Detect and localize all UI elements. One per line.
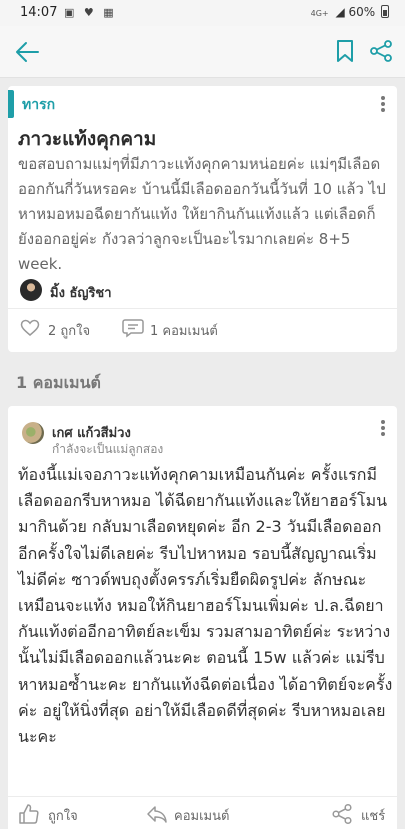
post-card: ทารก ภาวะแท้งคุกคาม ขอสอบถามแม่ๆที่มีภาว… bbox=[8, 86, 397, 352]
heart-icon bbox=[20, 319, 40, 336]
network-indicator: 4G+ bbox=[310, 9, 329, 18]
comment-author-status: กำลังจะเป็นแม่ลูกสอง bbox=[52, 442, 164, 456]
status-bar: 14:07 ▣ ♥ ▦ 4G+ ◢ 60% bbox=[0, 0, 405, 26]
comments-header: 1 คอมเมนต์ bbox=[16, 373, 101, 392]
category-tag[interactable]: ทารก bbox=[22, 94, 55, 116]
signal-icon: ◢ bbox=[335, 5, 345, 19]
status-right: 4G+ ◢ 60% bbox=[311, 5, 389, 19]
comment-count: 1 คอมเมนต์ bbox=[150, 324, 218, 339]
divider bbox=[8, 308, 397, 309]
battery-percent: 60% bbox=[348, 5, 376, 19]
comment-avatar[interactable] bbox=[22, 422, 44, 444]
comment-share-label: แชร์ bbox=[361, 809, 386, 824]
status-time: 14:07 bbox=[20, 5, 58, 20]
avatar[interactable] bbox=[20, 279, 42, 301]
comment-card: เกศ แก้วสีม่วง กำลังจะเป็นแม่ลูกสอง ท้อง… bbox=[8, 406, 397, 829]
post-title: ภาวะแท้งคุกคาม bbox=[18, 128, 157, 150]
post-body: ขอสอบถามแม่ๆที่มีภาวะแท้งคุกคามหน่อยค่ะ … bbox=[18, 155, 386, 273]
category-marker bbox=[8, 90, 14, 118]
bookmark-icon[interactable] bbox=[336, 39, 354, 63]
notification-icons: ▣ ♥ ▦ bbox=[64, 6, 117, 19]
author-name[interactable]: มิ้ง ธัญริชา bbox=[50, 282, 112, 303]
post-actions: 2 ถูกใจ 1 คอมเมนต์ bbox=[8, 315, 397, 345]
comment-more-options-icon[interactable] bbox=[381, 420, 385, 438]
thumbs-up-icon bbox=[19, 804, 39, 824]
app-bar bbox=[0, 26, 405, 78]
comment-like-label: ถูกใจ bbox=[48, 809, 78, 824]
battery-icon bbox=[381, 5, 389, 18]
comment-bubble-icon bbox=[122, 319, 144, 338]
like-count: 2 ถูกใจ bbox=[48, 324, 91, 339]
share-icon bbox=[332, 803, 352, 825]
share-icon[interactable] bbox=[369, 39, 393, 63]
more-options-icon[interactable] bbox=[381, 96, 385, 114]
comment-actions: ถูกใจ คอมเมนต์ แชร์ bbox=[8, 796, 397, 829]
back-arrow-icon[interactable] bbox=[14, 40, 40, 64]
reply-icon bbox=[147, 806, 167, 823]
comment-body: ท้องนี้แม่เจอภาวะแท้งคุกคามเหมือนกันค่ะ … bbox=[18, 465, 393, 747]
comment-reply-label: คอมเมนต์ bbox=[174, 809, 230, 824]
